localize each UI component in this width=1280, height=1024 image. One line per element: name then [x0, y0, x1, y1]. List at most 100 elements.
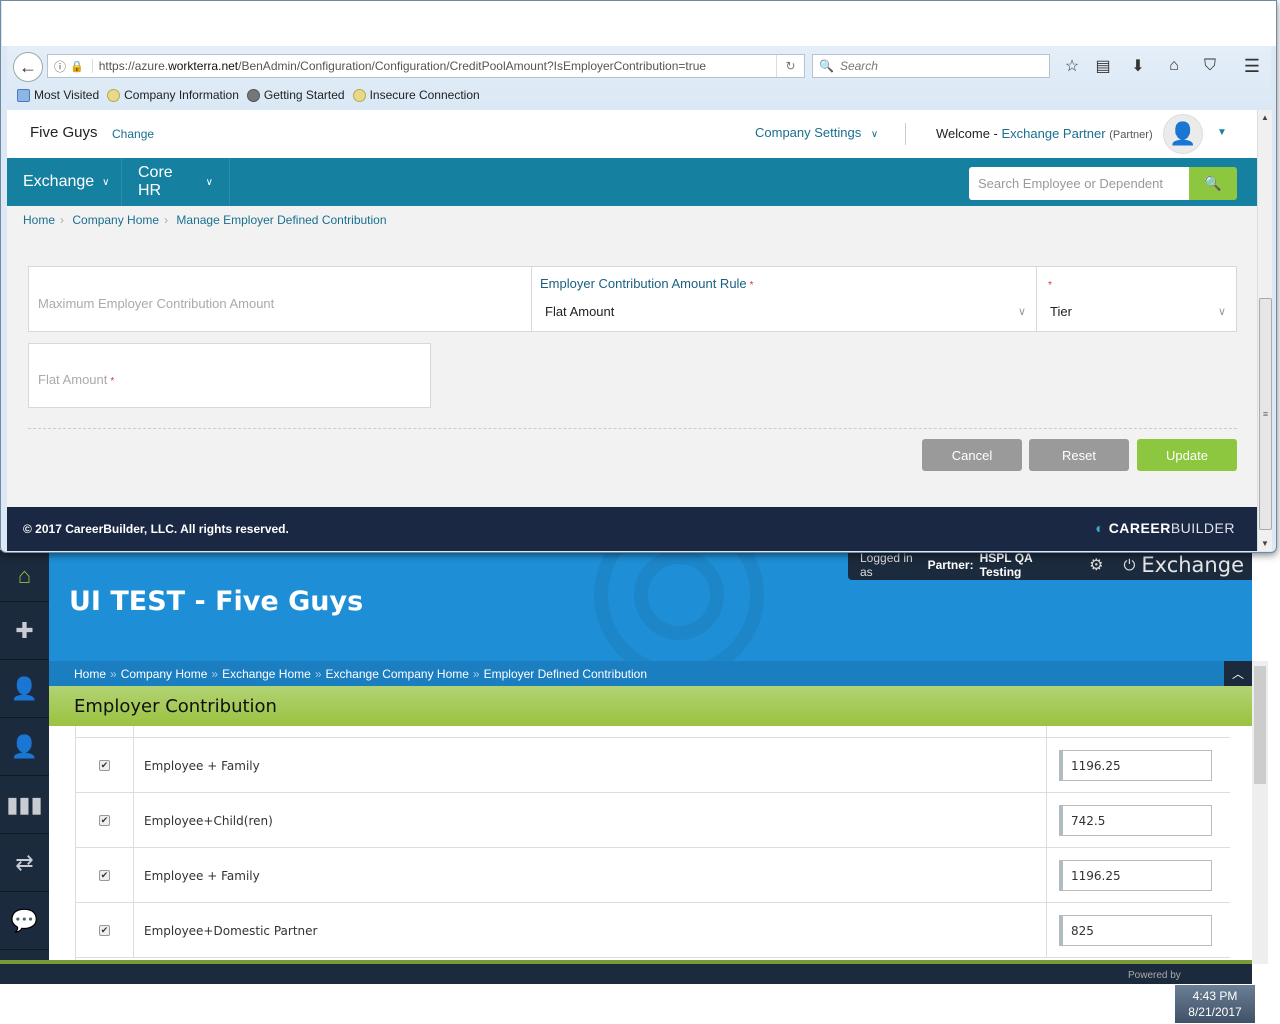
flat-amount-label: Flat Amount * [38, 372, 115, 387]
menu-icon[interactable]: ☰ [1240, 54, 1264, 78]
table-row: ✔ Employee + Family 1196.25 [76, 738, 1230, 793]
tier-name: Employee+Child(ren) [144, 813, 273, 828]
scroll-up-icon[interactable]: ▲ [1261, 113, 1269, 122]
power-icon[interactable]: ⏻ [1124, 557, 1136, 574]
home-icon: ⌂ [17, 562, 32, 588]
sidebar-transfer[interactable]: ⇄ [0, 834, 49, 892]
company-settings-menu[interactable]: Company Settings ∨ [755, 125, 878, 140]
search-icon: 🔍 [1204, 175, 1222, 191]
globe-icon [246, 88, 260, 102]
bookmark-most-visited[interactable]: Most Visited [17, 88, 99, 102]
amount-input[interactable]: 1196.25 [1059, 860, 1212, 891]
breadcrumb-current: Manage Employer Defined Contribution [176, 213, 387, 227]
reading-list-icon[interactable]: ▤ [1091, 54, 1115, 78]
flat-amount-field[interactable]: Flat Amount * [28, 343, 431, 408]
copyright-text: © 2017 CareerBuilder, LLC. All rights re… [23, 522, 289, 536]
chevron-up-icon: ︿ [1231, 667, 1244, 681]
row-checkbox[interactable]: ✔ [99, 760, 110, 771]
row-checkbox[interactable]: ✔ [99, 815, 110, 826]
login-bar: Logged in as Partner: HSPL QA Testing ⚙ … [848, 550, 1252, 580]
bookmarks-bar: Most Visited Company Information Getting… [17, 88, 480, 102]
user-icon: 👤 [10, 733, 39, 759]
chevron-down-icon: ∨ [1017, 306, 1026, 318]
sidebar-messages[interactable]: 💬 [0, 892, 49, 950]
reload-icon[interactable]: ↻ [776, 55, 804, 77]
cancel-button[interactable]: Cancel [922, 439, 1022, 471]
bookmark-getting-started[interactable]: Getting Started [246, 88, 345, 102]
amount-input[interactable]: 1196.25 [1059, 750, 1212, 781]
download-icon[interactable]: ⬇ [1126, 54, 1150, 78]
breadcrumb-item[interactable]: Exchange Home [222, 667, 311, 681]
scroll-down-icon[interactable]: ▼ [1261, 539, 1269, 548]
url-prefix: https://azure. [98, 59, 169, 73]
contribution-rule-select[interactable]: Employer Contribution Amount Rule * Flat … [531, 266, 1037, 332]
breadcrumb-company-home[interactable]: Company Home [72, 213, 159, 227]
page-scrollbar[interactable]: ▲ ≡ ▼ [1257, 110, 1272, 551]
table-row [76, 726, 1230, 738]
max-contribution-field[interactable]: Maximum Employer Contribution Amount [28, 266, 532, 332]
breadcrumb-home[interactable]: Home [23, 213, 55, 227]
user-name[interactable]: Exchange Partner [1002, 126, 1106, 141]
amount-input[interactable]: 742.5 [1059, 805, 1212, 836]
welcome-text: Welcome - Exchange Partner (Partner) [936, 126, 1153, 141]
collapse-button[interactable]: ︿ [1224, 661, 1252, 686]
user-icon: 👤 [1169, 121, 1197, 146]
avatar[interactable]: 👤 [1163, 114, 1203, 154]
arrow-left-icon: ← [19, 56, 37, 77]
divider [905, 123, 906, 145]
window-titlebar [2, 1, 1276, 46]
info-icon[interactable]: ⓘ [54, 58, 66, 75]
bookmark-star-icon[interactable]: ☆ [1060, 54, 1084, 78]
sidebar-users[interactable]: 👤 [0, 718, 49, 776]
sidebar-home[interactable]: ⌂ [0, 550, 49, 602]
url-domain: workterra.net [168, 59, 239, 73]
browser-search-input[interactable]: 🔍 Search [812, 54, 1050, 78]
address-bar[interactable]: ⓘ 🔒 https://azure.workterra.net/BenAdmin… [47, 54, 805, 78]
search-button[interactable]: 🔍 [1189, 167, 1237, 200]
bookmark-insecure-connection[interactable]: Insecure Connection [352, 88, 480, 102]
change-company-link[interactable]: Change [112, 127, 154, 141]
exchange-logo: Exchange [1141, 553, 1244, 577]
bookmark-company-information[interactable]: Company Information [107, 88, 239, 102]
chevron-down-icon: ∨ [102, 176, 110, 188]
breadcrumb-item[interactable]: Home [74, 667, 106, 681]
exchange-footer: Powered by [0, 960, 1252, 984]
background-exchange-window: ⌂ ✚ 👤 👤 ▮▮▮ ⇄ 💬 UI TEST - Five Guys Logg… [0, 550, 1280, 984]
url-path: /BenAdmin/Configuration/Configuration/Cr… [238, 59, 707, 73]
reset-button[interactable]: Reset [1029, 439, 1129, 471]
table-row: ✔ Employee + Family 1196.25 [76, 848, 1230, 903]
update-button[interactable]: Update [1137, 439, 1237, 471]
home-icon[interactable]: ⌂ [1162, 54, 1186, 78]
breadcrumb: Home › Company Home › Manage Employer Defi… [23, 213, 387, 227]
pocket-icon[interactable]: ⛉ [1198, 54, 1222, 78]
chat-icon: 💬 [10, 907, 39, 933]
careerbuilder-logo: ◐ CAREERBUILDER [1095, 520, 1235, 536]
gear-icon[interactable]: ⚙ [1089, 555, 1103, 575]
nav-core-hr[interactable]: Core HR ∨ [122, 158, 230, 206]
employee-search-input[interactable]: Search Employee or Dependent [969, 167, 1189, 200]
sidebar-favorite-users[interactable]: 👤 [0, 660, 49, 718]
caret-down-icon[interactable]: ▼ [1217, 127, 1227, 138]
row-checkbox[interactable]: ✔ [99, 925, 110, 936]
breadcrumb-item[interactable]: Company Home [121, 667, 208, 681]
browser-window: ← ⓘ 🔒 https://azure.workterra.net/BenAdm… [0, 0, 1277, 553]
sidebar-plugins[interactable]: ✚ [0, 602, 49, 660]
tier-select[interactable]: * Tier ∨ [1036, 266, 1237, 332]
main-nav: Exchange ∨ Core HR ∨ Search Employee or De… [7, 158, 1257, 206]
row-checkbox[interactable]: ✔ [99, 870, 110, 881]
table-row: ✔ Employee+Domestic Partner 825 [76, 903, 1230, 958]
app-header: Five Guys Change Company Settings ∨ Welc… [7, 110, 1257, 158]
taskbar-clock[interactable]: 4:43 PM 8/21/2017 [1175, 985, 1255, 1023]
breadcrumb-item[interactable]: Exchange Company Home [326, 667, 469, 681]
max-contribution-placeholder: Maximum Employer Contribution Amount [38, 296, 275, 311]
page-content: Five Guys Change Company Settings ∨ Welc… [7, 110, 1257, 551]
sidebar-reports[interactable]: ▮▮▮ [0, 776, 49, 834]
page-footer: © 2017 CareerBuilder, LLC. All rights re… [7, 507, 1257, 551]
back-button[interactable]: ← [13, 52, 43, 82]
tier-name: Employee + Family [144, 758, 260, 773]
amount-input[interactable]: 825 [1059, 915, 1212, 946]
contribution-rule-value: Flat Amount [545, 304, 615, 319]
scrollbar-thumb[interactable]: ≡ [1259, 298, 1272, 530]
nav-exchange[interactable]: Exchange ∨ [7, 158, 122, 206]
exchange-scrollbar[interactable] [1252, 661, 1268, 964]
